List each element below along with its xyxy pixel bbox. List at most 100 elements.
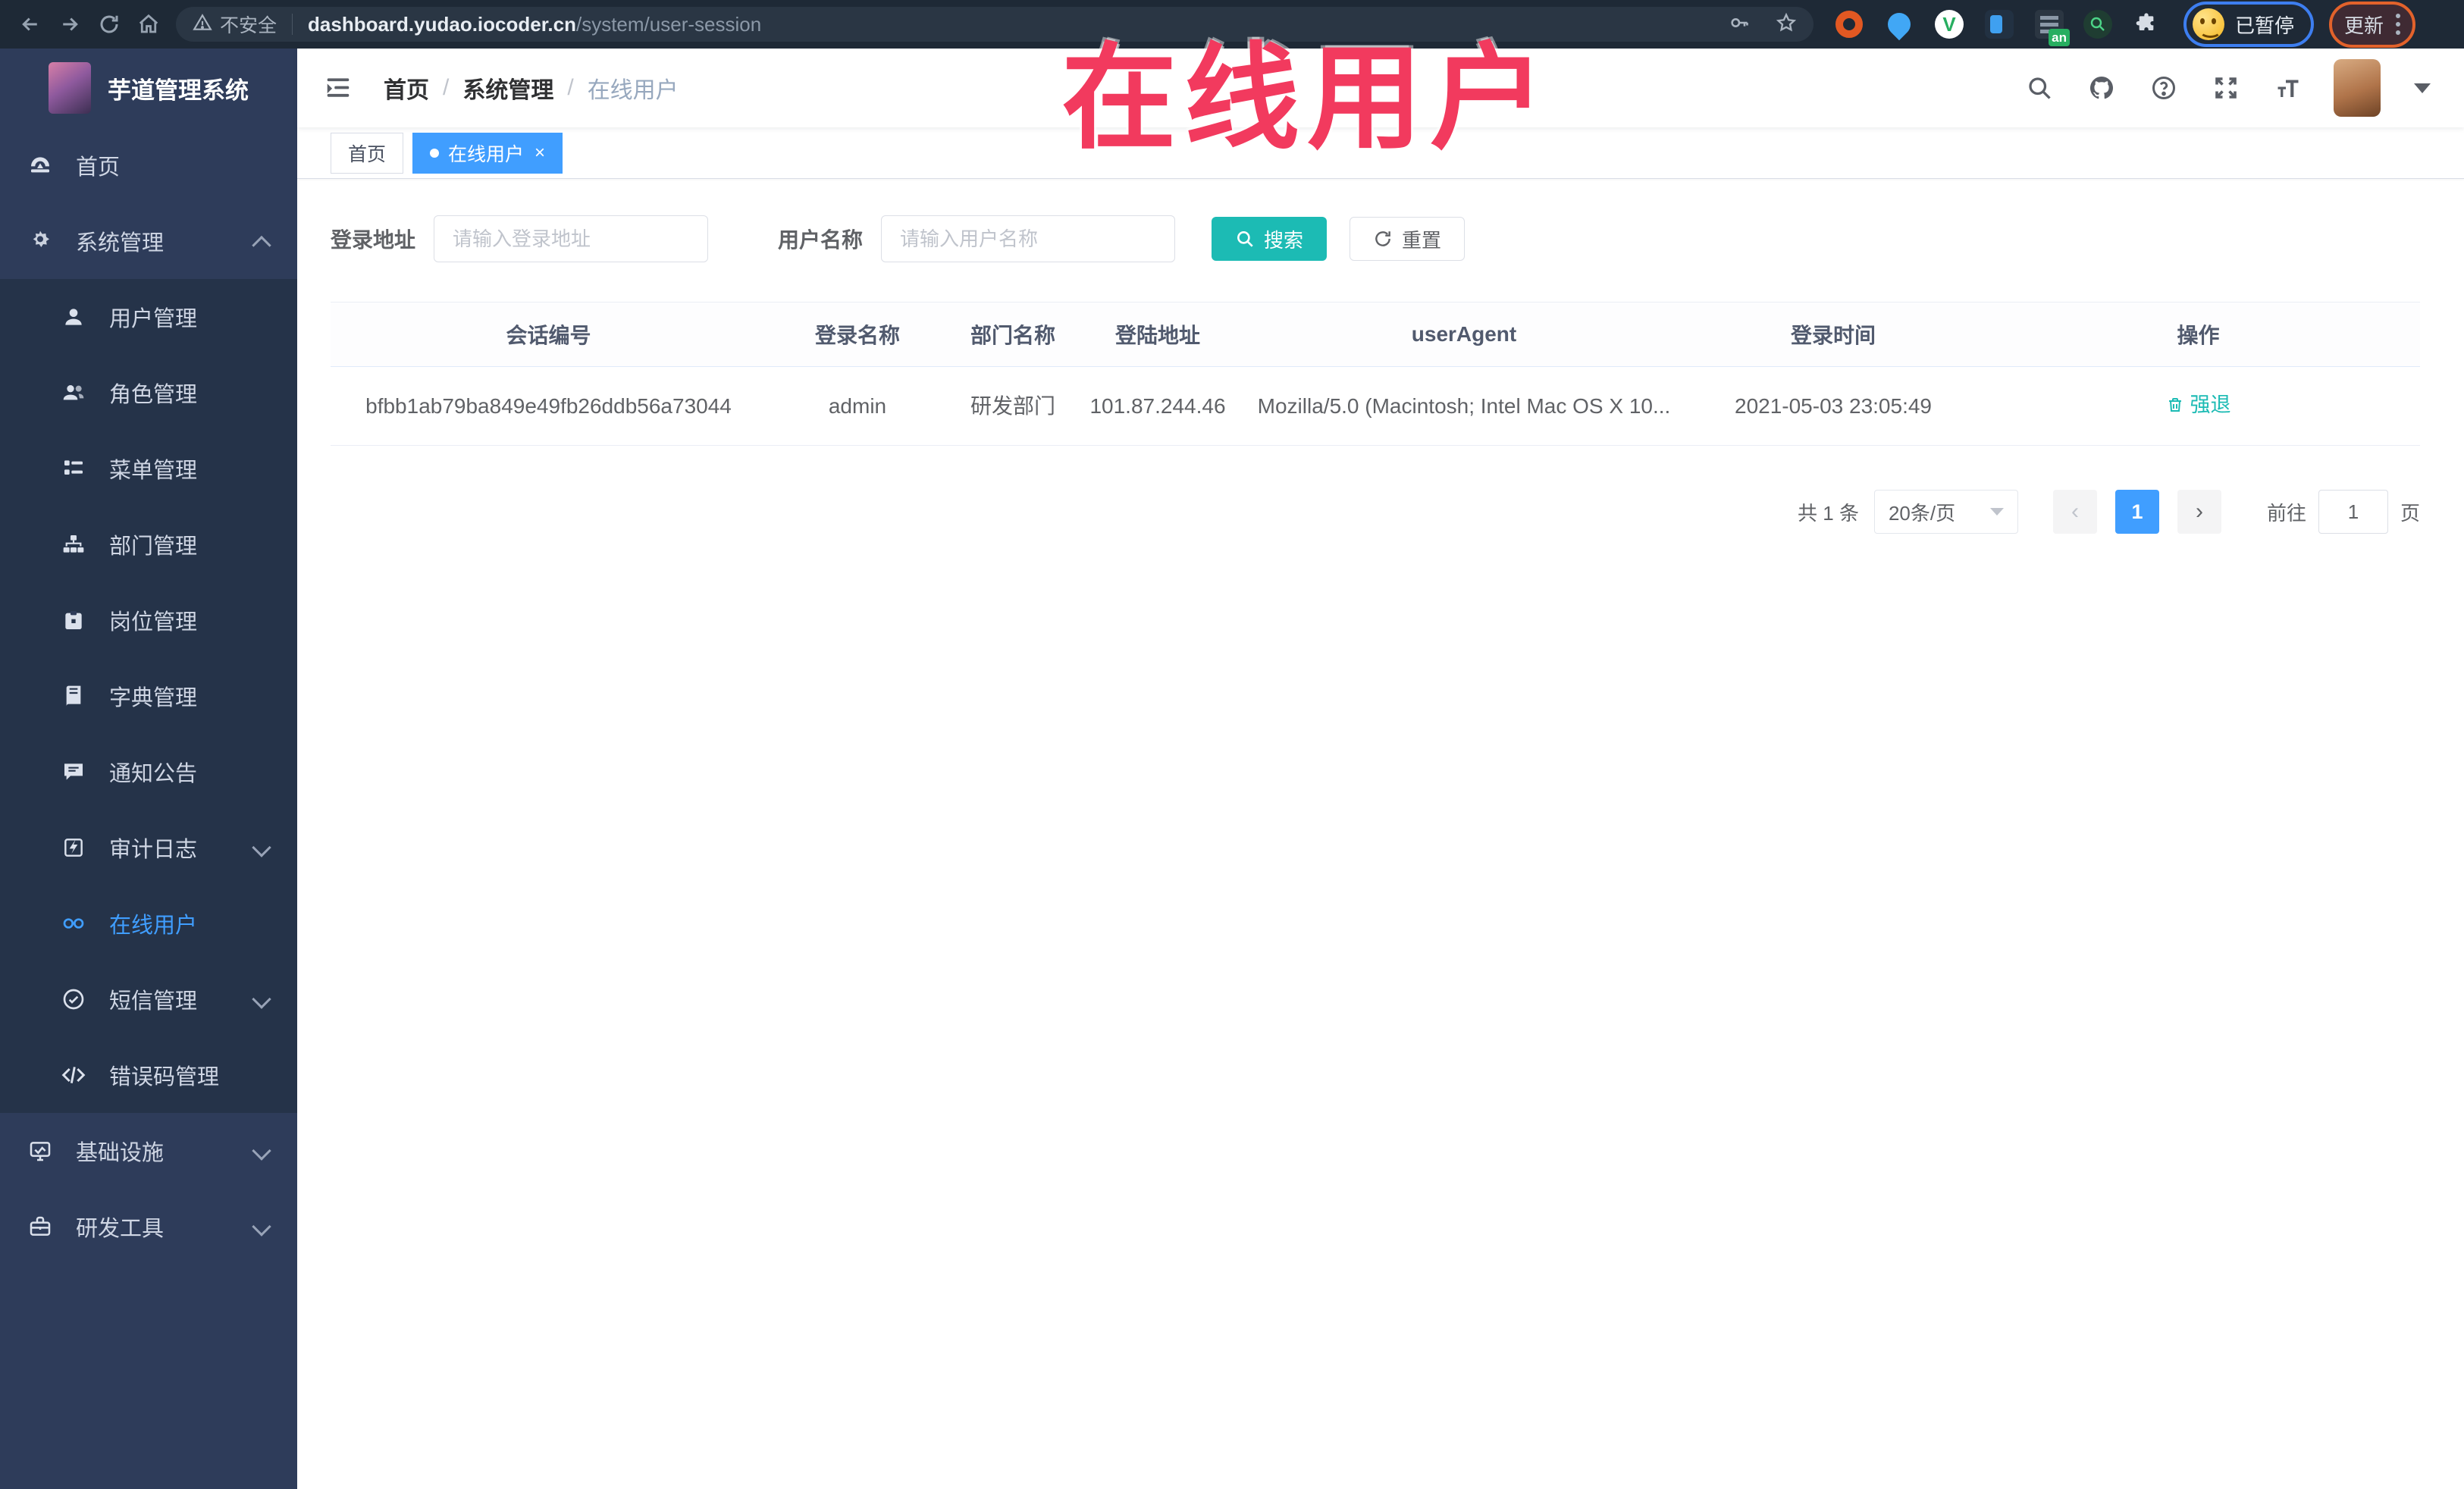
table-row: bfbb1ab79ba849e49fb26ddb56a73044 admin 研… bbox=[331, 366, 2420, 446]
github-icon[interactable] bbox=[2085, 71, 2118, 105]
login-address-input[interactable] bbox=[434, 215, 709, 262]
cell-dept-name: 研发部门 bbox=[948, 366, 1077, 446]
sidebar-item-label: 系统管理 bbox=[76, 231, 165, 255]
sidebar-item-infrastructure[interactable]: 基础设施 bbox=[0, 1113, 297, 1189]
col-dept-name: 部门名称 bbox=[948, 302, 1077, 367]
goto-page-input[interactable] bbox=[2318, 490, 2388, 534]
search-button-label: 搜索 bbox=[1264, 228, 1304, 252]
green-magnifier-extension-icon[interactable] bbox=[2083, 10, 2112, 39]
user-avatar[interactable] bbox=[2334, 59, 2381, 117]
page-size-value: 20条/页 bbox=[1888, 501, 1956, 525]
breadcrumb-home[interactable]: 首页 bbox=[384, 71, 429, 105]
cell-actions: 强退 bbox=[1977, 366, 2420, 446]
next-page-button[interactable]: › bbox=[2177, 490, 2221, 534]
forward-icon[interactable] bbox=[50, 7, 89, 42]
profile-emoji-icon bbox=[2193, 8, 2224, 40]
search-button[interactable]: 搜索 bbox=[1212, 217, 1328, 261]
sidebar-item-error-code[interactable]: 错误码管理 bbox=[0, 1037, 297, 1113]
help-icon[interactable] bbox=[2147, 71, 2180, 105]
reset-button[interactable]: 重置 bbox=[1350, 217, 1466, 261]
reset-button-label: 重置 bbox=[1402, 228, 1442, 252]
address-bar[interactable]: 不安全 dashboard.yudao.iocoder.cn/system/us… bbox=[176, 7, 1814, 42]
security-label[interactable]: 不安全 bbox=[220, 11, 277, 38]
sidebar-item-dict-management[interactable]: 字典管理 bbox=[0, 658, 297, 734]
force-logout-label: 强退 bbox=[2190, 393, 2231, 416]
logo-image bbox=[49, 62, 91, 114]
orange-ring-extension-icon[interactable] bbox=[1833, 8, 1865, 40]
page-size-select[interactable]: 20条/页 bbox=[1873, 490, 2018, 534]
cell-login-time: 2021-05-03 23:05:49 bbox=[1690, 366, 1977, 446]
blue-duo-extension-icon[interactable] bbox=[1983, 8, 2015, 40]
bookmark-star-icon[interactable] bbox=[1776, 12, 1797, 37]
url-path[interactable]: /system/user-session bbox=[576, 13, 761, 36]
current-page-button[interactable]: 1 bbox=[2114, 490, 2159, 534]
sidebar-item-audit-log[interactable]: 审计日志 bbox=[0, 810, 297, 886]
gear-icon bbox=[27, 228, 53, 254]
sidebar-item-sms-management[interactable]: 短信管理 bbox=[0, 961, 297, 1037]
tab-online-users[interactable]: 在线用户 × bbox=[412, 132, 563, 174]
col-login-ip: 登陆地址 bbox=[1077, 302, 1238, 367]
sidebar-item-online-users[interactable]: 在线用户 bbox=[0, 886, 297, 961]
col-login-name: 登录名称 bbox=[766, 302, 948, 367]
url-domain[interactable]: dashboard.yudao.iocoder.cn bbox=[308, 13, 576, 36]
post-badge-icon bbox=[61, 607, 86, 633]
sidebar-item-system-management[interactable]: 系统管理 bbox=[0, 203, 297, 279]
breadcrumb-system[interactable]: 系统管理 bbox=[462, 71, 553, 105]
sidebar-item-notice[interactable]: 通知公告 bbox=[0, 734, 297, 810]
reload-icon[interactable] bbox=[89, 7, 129, 42]
address-label: 登录地址 bbox=[331, 228, 416, 252]
browser-update-button[interactable]: 更新 bbox=[2329, 1, 2416, 48]
blue-pin-extension-icon[interactable] bbox=[1882, 8, 1916, 41]
cell-user-agent: Mozilla/5.0 (Macintosh; Intel Mac OS X 1… bbox=[1238, 366, 1690, 446]
tab-home[interactable]: 首页 bbox=[331, 132, 404, 174]
home-icon[interactable] bbox=[129, 7, 168, 42]
sidebar-item-label: 首页 bbox=[76, 155, 121, 180]
tab-close-icon[interactable]: × bbox=[534, 143, 545, 162]
total-count: 共 1 条 bbox=[1798, 501, 1859, 525]
sidebar-item-dev-tools[interactable]: 研发工具 bbox=[0, 1189, 297, 1265]
dictionary-icon bbox=[61, 683, 86, 709]
app-header: 首页 / 系统管理 / 在线用户 bbox=[297, 49, 2464, 127]
sidebar-toggle-icon[interactable] bbox=[320, 70, 356, 106]
font-size-icon[interactable] bbox=[2271, 71, 2305, 105]
log-icon bbox=[61, 835, 86, 860]
sidebar-item-post-management[interactable]: 岗位管理 bbox=[0, 582, 297, 658]
tab-label: 在线用户 bbox=[448, 143, 525, 165]
sidebar: 芋道管理系统 首页 系统管理 用户管理 角色管理 菜单管理 部门管理 岗位管理 … bbox=[0, 49, 297, 1489]
password-key-icon[interactable] bbox=[1729, 12, 1750, 37]
browser-menu-kebab-icon[interactable] bbox=[2396, 14, 2401, 35]
sidebar-item-label: 岗位管理 bbox=[109, 610, 198, 635]
sidebar-item-label: 基础设施 bbox=[76, 1141, 165, 1165]
extensions-puzzle-icon[interactable] bbox=[2130, 8, 2162, 40]
force-logout-button[interactable]: 强退 bbox=[2166, 388, 2231, 422]
sidebar-item-label: 短信管理 bbox=[109, 989, 198, 1014]
sidebar-item-dept-management[interactable]: 部门管理 bbox=[0, 506, 297, 582]
org-tree-icon bbox=[61, 531, 86, 557]
sidebar-item-label: 菜单管理 bbox=[109, 459, 198, 483]
search-icon[interactable] bbox=[2023, 71, 2056, 105]
home-dashboard-icon bbox=[27, 152, 53, 178]
app-logo[interactable]: 芋道管理系统 bbox=[0, 49, 297, 127]
pagination: 共 1 条 20条/页 ‹ 1 › 前往 页 bbox=[331, 490, 2420, 534]
sidebar-item-label: 审计日志 bbox=[109, 838, 198, 862]
sidebar-item-role-management[interactable]: 角色管理 bbox=[0, 355, 297, 431]
fullscreen-icon[interactable] bbox=[2209, 71, 2243, 105]
database-extension-icon[interactable]: an bbox=[2033, 8, 2070, 46]
chevron-down-icon bbox=[252, 838, 271, 857]
prev-page-button[interactable]: ‹ bbox=[2052, 490, 2097, 534]
browser-profile-paused[interactable]: 已暂停 bbox=[2183, 2, 2315, 47]
app-title: 芋道管理系统 bbox=[108, 77, 249, 104]
sidebar-item-menu-management[interactable]: 菜单管理 bbox=[0, 431, 297, 506]
breadcrumb: 首页 / 系统管理 / 在线用户 bbox=[384, 71, 679, 105]
sidebar-item-label: 用户管理 bbox=[109, 307, 198, 331]
back-icon[interactable] bbox=[11, 7, 50, 42]
sidebar-item-home[interactable]: 首页 bbox=[0, 127, 297, 203]
sidebar-item-label: 错误码管理 bbox=[109, 1065, 220, 1089]
col-session-id: 会话编号 bbox=[331, 302, 766, 367]
green-v-extension-icon[interactable]: V bbox=[1933, 8, 1965, 40]
avatar-caret-icon[interactable] bbox=[2414, 83, 2431, 93]
sidebar-item-user-management[interactable]: 用户管理 bbox=[0, 279, 297, 355]
breadcrumb-current: 在线用户 bbox=[587, 78, 679, 103]
browser-toolbar: 不安全 dashboard.yudao.iocoder.cn/system/us… bbox=[0, 0, 2464, 49]
username-input[interactable] bbox=[881, 215, 1176, 262]
